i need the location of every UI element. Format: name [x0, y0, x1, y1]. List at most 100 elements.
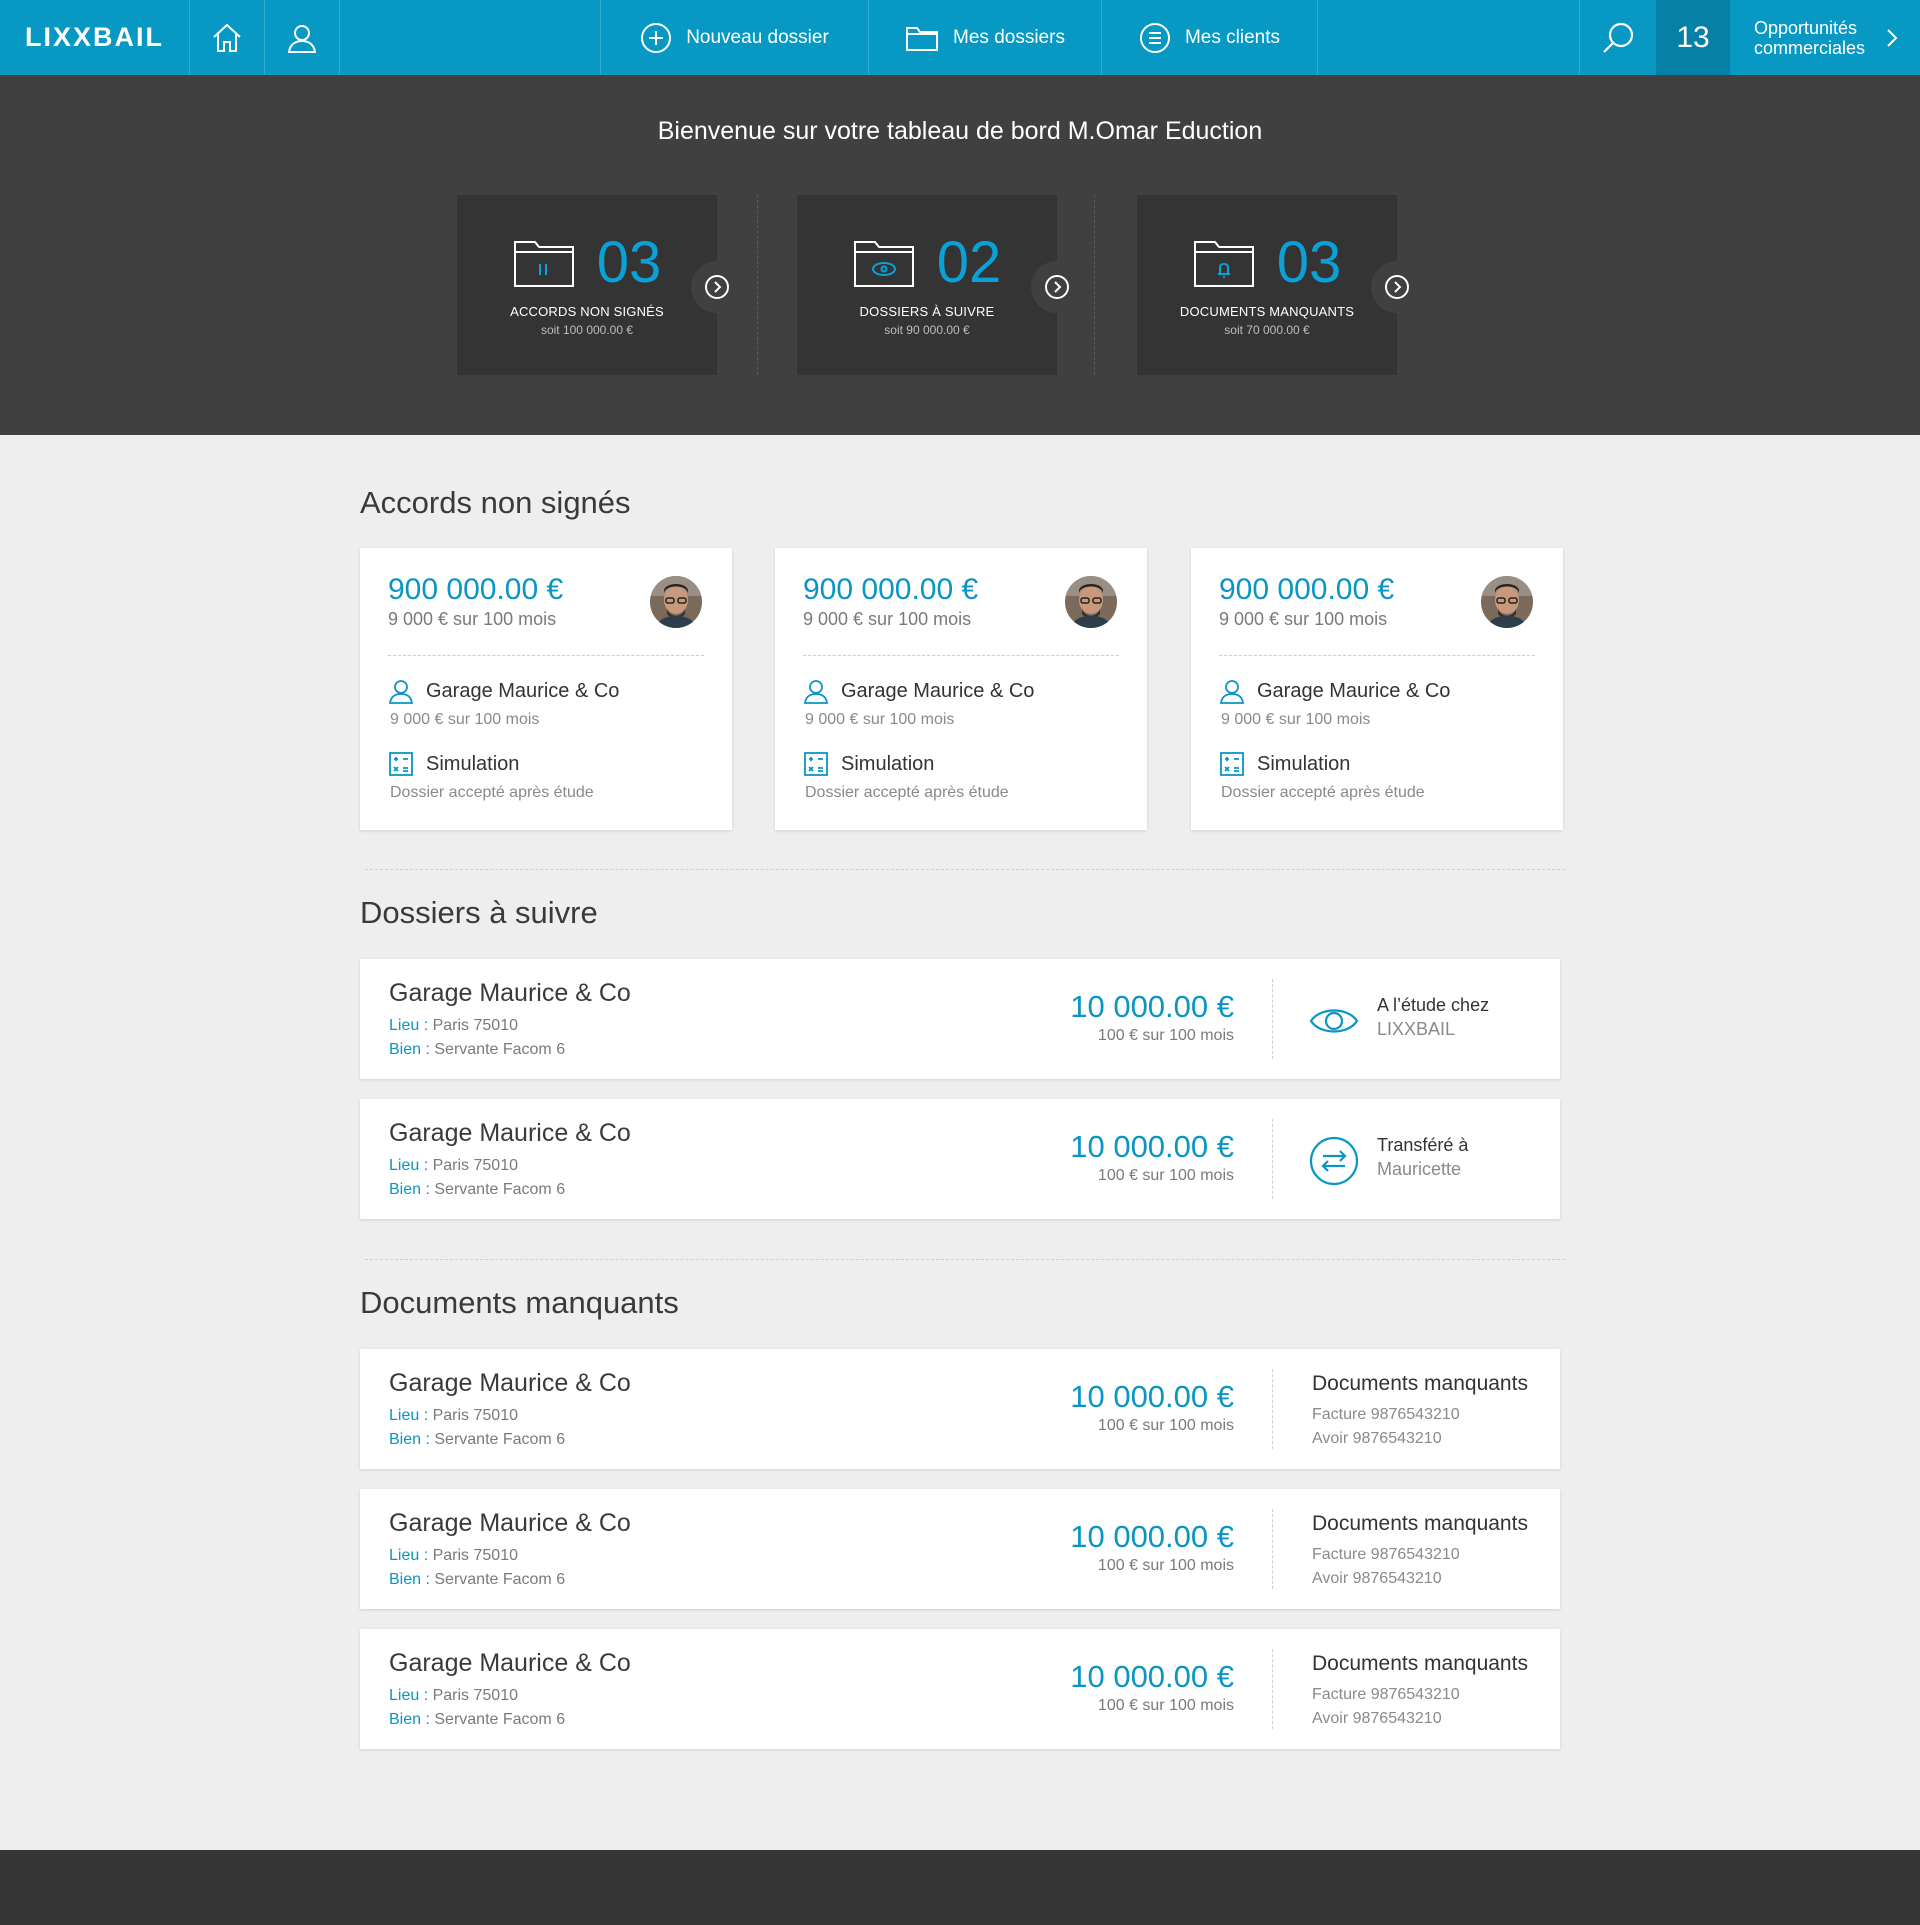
logo[interactable]: LIXXBAIL — [0, 0, 190, 75]
location-value: Paris 75010 — [432, 1017, 518, 1034]
card-divider — [803, 655, 1119, 656]
location-value: Paris 75010 — [432, 1407, 518, 1424]
chevron-circle-right-icon — [705, 275, 729, 299]
card-client: Garage Maurice & Co — [841, 679, 1035, 702]
chevron-circle-right-icon — [1045, 275, 1069, 299]
card-amount-sub: 9 000 € sur 100 mois — [803, 609, 972, 629]
missing-doc-invoice[interactable]: Facture 9876543210 — [1312, 1546, 1460, 1564]
row-location: Lieu : Paris 75010 — [389, 1407, 518, 1425]
accord-card[interactable]: 900 000.00 € 9 000 € sur 100 mois Garage… — [360, 548, 732, 830]
stat-card-unsigned[interactable]: 03 ACCORDS NON SIGNÉS soit 100 000.00 € — [457, 195, 743, 375]
nav-my-clients[interactable]: Mes clients — [1102, 0, 1318, 75]
row-price: 10 000.00 € — [1070, 1129, 1234, 1164]
stat-sub: soit 90 000.00 € — [884, 323, 970, 337]
asset-key: Bien : — [389, 1571, 430, 1588]
opportunities-button[interactable]: Opportunités commerciales — [1730, 0, 1920, 75]
document-row[interactable]: Garage Maurice & Co Lieu : Paris 75010 B… — [360, 1349, 1560, 1469]
row-price: 10 000.00 € — [1070, 1659, 1234, 1694]
follow-row[interactable]: Garage Maurice & Co Lieu : Paris 75010 B… — [360, 959, 1560, 1079]
folder-eye-icon — [853, 241, 914, 287]
home-icon — [213, 23, 241, 52]
asset-key: Bien : — [389, 1711, 430, 1728]
stat-card-follow[interactable]: 02 DOSSIERS À SUIVRE soit 90 000.00 € — [797, 195, 1083, 375]
list-circle-icon — [1139, 22, 1170, 53]
opportunities-line2: commerciales — [1754, 37, 1866, 58]
card-type-row: Simulation — [803, 751, 934, 777]
profile-button[interactable] — [265, 0, 340, 75]
missing-docs-title: Documents manquants — [1312, 1372, 1528, 1395]
avatar — [1481, 576, 1533, 628]
row-asset: Bien : Servante Facom 6 — [389, 1041, 565, 1059]
folder-bell-icon — [1193, 241, 1254, 287]
opportunities-label: Opportunités commerciales — [1754, 18, 1865, 58]
row-price-sub: 100 € sur 100 mois — [1097, 1027, 1234, 1044]
card-type-row: Simulation — [1219, 751, 1350, 777]
search-button[interactable] — [1580, 0, 1656, 75]
section-title-documents: Documents manquants — [360, 1285, 679, 1320]
document-row[interactable]: Garage Maurice & Co Lieu : Paris 75010 B… — [360, 1489, 1560, 1609]
chevron-circle-right-icon — [1385, 275, 1409, 299]
asset-value: Servante Facom 6 — [434, 1571, 566, 1588]
footer — [0, 1850, 1920, 1925]
stat-card-missing[interactable]: 03 DOCUMENTS MANQUANTS soit 70 000.00 € — [1137, 195, 1423, 375]
row-price: 10 000.00 € — [1070, 1379, 1234, 1414]
nav-my-files[interactable]: Mes dossiers — [869, 0, 1102, 75]
divider — [1094, 195, 1095, 375]
row-asset: Bien : Servante Facom 6 — [389, 1571, 565, 1589]
nav-new-file[interactable]: Nouveau dossier — [601, 0, 869, 75]
row-divider — [1272, 1119, 1273, 1199]
missing-doc-credit[interactable]: Avoir 9876543210 — [1312, 1710, 1442, 1728]
row-price-sub: 100 € sur 100 mois — [1097, 1697, 1234, 1714]
plus-circle-icon — [641, 22, 672, 53]
stat-value: 03 — [1276, 230, 1342, 295]
accord-card[interactable]: 900 000.00 € 9 000 € sur 100 mois Garage… — [775, 548, 1147, 830]
missing-doc-credit[interactable]: Avoir 9876543210 — [1312, 1570, 1442, 1588]
card-type-row: Simulation — [388, 751, 519, 777]
user-icon — [287, 24, 317, 53]
location-key: Lieu : — [389, 1017, 429, 1034]
eye-icon — [1309, 1009, 1359, 1033]
folder-pause-icon — [513, 241, 574, 287]
missing-doc-invoice[interactable]: Facture 9876543210 — [1312, 1406, 1460, 1424]
avatar — [1065, 576, 1117, 628]
stat-arrow-button[interactable] — [691, 261, 743, 313]
follow-row[interactable]: Garage Maurice & Co Lieu : Paris 75010 B… — [360, 1099, 1560, 1219]
row-name: Garage Maurice & Co — [389, 1509, 631, 1537]
missing-docs-title: Documents manquants — [1312, 1652, 1528, 1675]
accord-card[interactable]: 900 000.00 € 9 000 € sur 100 mois Garage… — [1191, 548, 1563, 830]
asset-value: Servante Facom 6 — [434, 1181, 566, 1198]
stat-arrow-button[interactable] — [1031, 261, 1083, 313]
row-location: Lieu : Paris 75010 — [389, 1687, 518, 1705]
card-divider — [1219, 655, 1535, 656]
notification-counter[interactable]: 13 — [1656, 0, 1730, 75]
missing-doc-credit[interactable]: Avoir 9876543210 — [1312, 1430, 1442, 1448]
home-button[interactable] — [190, 0, 265, 75]
card-client-sub: 9 000 € sur 100 mois — [805, 711, 955, 728]
location-value: Paris 75010 — [432, 1547, 518, 1564]
row-price-sub: 100 € sur 100 mois — [1097, 1167, 1234, 1184]
folder-icon — [906, 26, 939, 51]
user-icon — [803, 680, 829, 704]
stat-sub: soit 70 000.00 € — [1224, 323, 1310, 337]
row-location: Lieu : Paris 75010 — [389, 1017, 518, 1035]
stat-label: ACCORDS NON SIGNÉS — [510, 304, 664, 319]
document-row[interactable]: Garage Maurice & Co Lieu : Paris 75010 B… — [360, 1629, 1560, 1749]
row-name: Garage Maurice & Co — [389, 979, 631, 1007]
stat-arrow-button[interactable] — [1371, 261, 1423, 313]
row-name: Garage Maurice & Co — [389, 1649, 631, 1677]
stat-value: 03 — [596, 230, 662, 295]
card-type: Simulation — [426, 752, 520, 775]
row-price: 10 000.00 € — [1070, 1519, 1234, 1554]
card-type-sub: Dossier accepté après étude — [1221, 784, 1425, 801]
dashboard-hero: Bienvenue sur votre tableau de bord M.Om… — [0, 75, 1920, 435]
status-line2: LIXXBAIL — [1377, 1019, 1456, 1039]
transfer-icon — [1309, 1136, 1359, 1186]
card-amount: 900 000.00 € — [803, 573, 979, 606]
stat-label: DOSSIERS À SUIVRE — [859, 304, 995, 319]
missing-doc-invoice[interactable]: Facture 9876543210 — [1312, 1686, 1460, 1704]
card-type-sub: Dossier accepté après étude — [805, 784, 1009, 801]
section-divider — [365, 869, 1565, 870]
asset-key: Bien : — [389, 1181, 430, 1198]
stat-sub: soit 100 000.00 € — [540, 323, 634, 337]
asset-value: Servante Facom 6 — [434, 1711, 566, 1728]
